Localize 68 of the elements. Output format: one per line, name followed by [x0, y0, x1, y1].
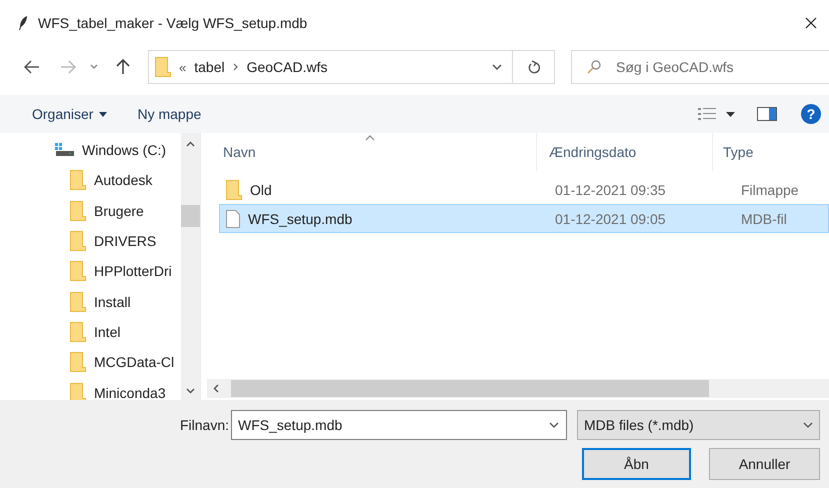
- path-segment[interactable]: GeoCAD.wfs: [246, 59, 328, 75]
- up-arrow-icon[interactable]: [116, 59, 130, 75]
- open-button[interactable]: Åbn: [582, 448, 691, 480]
- scroll-up-icon[interactable]: [186, 141, 195, 147]
- cancel-button[interactable]: Annuller: [709, 448, 820, 480]
- refresh-button[interactable]: [513, 50, 555, 84]
- file-row[interactable]: Old 01-12-2021 09:35 Filmappe: [219, 175, 829, 204]
- file-date: 01-12-2021 09:35: [555, 182, 666, 198]
- tree-item[interactable]: Intel: [54, 316, 181, 348]
- refresh-icon: [528, 60, 540, 74]
- folder-icon: [70, 170, 86, 190]
- new-folder-button[interactable]: Ny mappe: [127, 106, 212, 122]
- file-name: Old: [250, 182, 272, 198]
- tree-item[interactable]: Windows (C:): [54, 135, 181, 166]
- drive-icon: [54, 143, 74, 158]
- file-row[interactable]: WFS_setup.mdb 01-12-2021 09:05 MDB-fil: [219, 204, 829, 233]
- window-title: WFS_tabel_maker - Vælg WFS_setup.mdb: [38, 14, 308, 30]
- chevron-down-icon[interactable]: [549, 422, 559, 429]
- scrollbar-thumb[interactable]: [181, 205, 200, 227]
- folder-icon: [70, 261, 86, 282]
- organize-button[interactable]: Organiser: [22, 106, 118, 122]
- feather-icon: [18, 14, 28, 30]
- path-segment[interactable]: tabel: [194, 59, 225, 75]
- chevron-right-icon: [232, 63, 239, 71]
- file-date: 01-12-2021 09:05: [555, 210, 666, 226]
- file-type: MDB-fil: [741, 210, 787, 226]
- folder-icon: [70, 382, 86, 400]
- file-type: Filmappe: [741, 182, 799, 198]
- column-header[interactable]: Ændringsdato: [537, 133, 713, 171]
- dropdown-arrow-icon[interactable]: [726, 112, 735, 116]
- folder-icon: [70, 200, 86, 221]
- chevron-down-icon[interactable]: [492, 64, 502, 70]
- folder-icon: [70, 292, 86, 312]
- file-name: WFS_setup.mdb: [248, 210, 352, 226]
- address-bar[interactable]: « tabel GeoCAD.wfs: [148, 50, 513, 84]
- chevron-down-icon: [803, 422, 813, 428]
- scroll-down-icon[interactable]: [186, 388, 195, 394]
- chevron-down-icon[interactable]: [90, 64, 98, 70]
- scroll-left-icon[interactable]: [213, 384, 219, 393]
- folder-icon: [70, 322, 86, 342]
- folder-icon: [226, 180, 242, 200]
- tree-item[interactable]: Miniconda3: [54, 377, 181, 400]
- search-field[interactable]: Søg i GeoCAD.wfs: [571, 50, 829, 84]
- path-overflow-mark[interactable]: «: [179, 60, 186, 74]
- tree-item[interactable]: HPPlotterDri: [54, 256, 181, 286]
- tree-item[interactable]: Brugere: [54, 196, 181, 226]
- tree-item[interactable]: Install: [54, 286, 181, 317]
- vertical-scrollbar[interactable]: [181, 133, 200, 400]
- sort-ascending-icon: [364, 135, 375, 141]
- column-header[interactable]: Type: [713, 133, 829, 171]
- preview-pane-icon[interactable]: [757, 107, 777, 121]
- folder-icon: [70, 352, 86, 372]
- back-arrow-icon[interactable]: [24, 60, 40, 74]
- folder-icon: [155, 57, 171, 77]
- close-icon[interactable]: [805, 16, 817, 28]
- tree-item[interactable]: Autodesk: [54, 165, 181, 196]
- filename-label: Filnavn:: [180, 417, 229, 433]
- filename-field[interactable]: WFS_setup.mdb: [231, 410, 567, 440]
- help-icon[interactable]: ?: [801, 104, 821, 124]
- search-icon: [587, 60, 601, 74]
- tree-item[interactable]: DRIVERS: [54, 226, 181, 256]
- file-type-dropdown[interactable]: MDB files (*.mdb): [577, 410, 820, 440]
- column-header[interactable]: Navn: [207, 133, 537, 171]
- view-options-icon[interactable]: [698, 108, 716, 120]
- horizontal-scrollbar[interactable]: [207, 379, 829, 398]
- folder-icon: [70, 231, 86, 252]
- tree-item[interactable]: MCGData-Cl: [54, 347, 181, 378]
- file-icon: [226, 210, 240, 228]
